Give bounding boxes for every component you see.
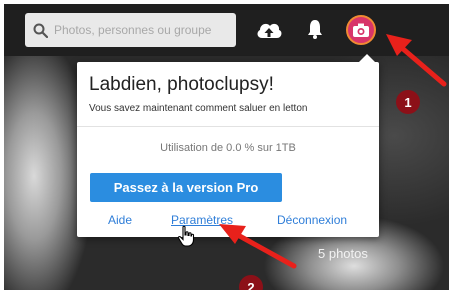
app-window: Photos, personnes ou groupe 5 photos Lab… (4, 4, 449, 290)
annotation-arrow-2 (219, 224, 297, 269)
step-badge-1: 1 (396, 90, 420, 114)
